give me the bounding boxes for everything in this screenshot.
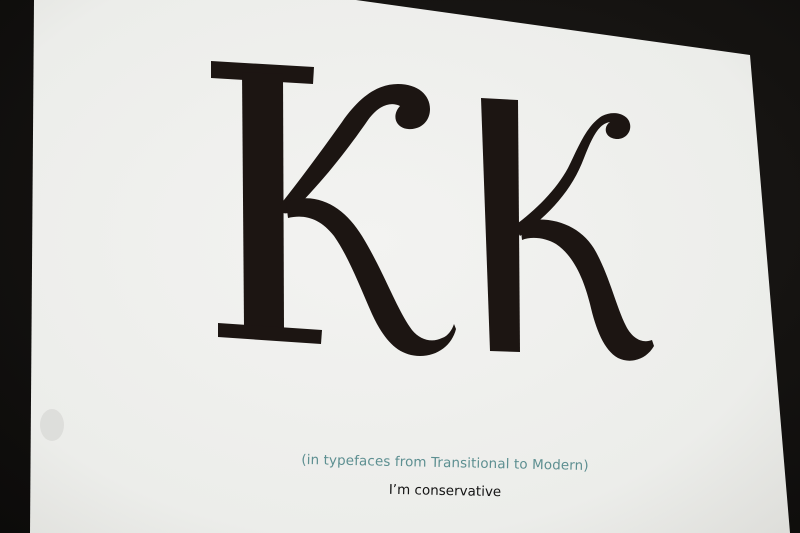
photo-scene: (in typefaces from Transitional to Moder… <box>0 0 800 533</box>
screen-smudge <box>40 409 64 441</box>
projection-screen: (in typefaces from Transitional to Moder… <box>0 0 800 533</box>
slide-graphics <box>30 0 790 533</box>
slide-surface <box>30 0 790 533</box>
